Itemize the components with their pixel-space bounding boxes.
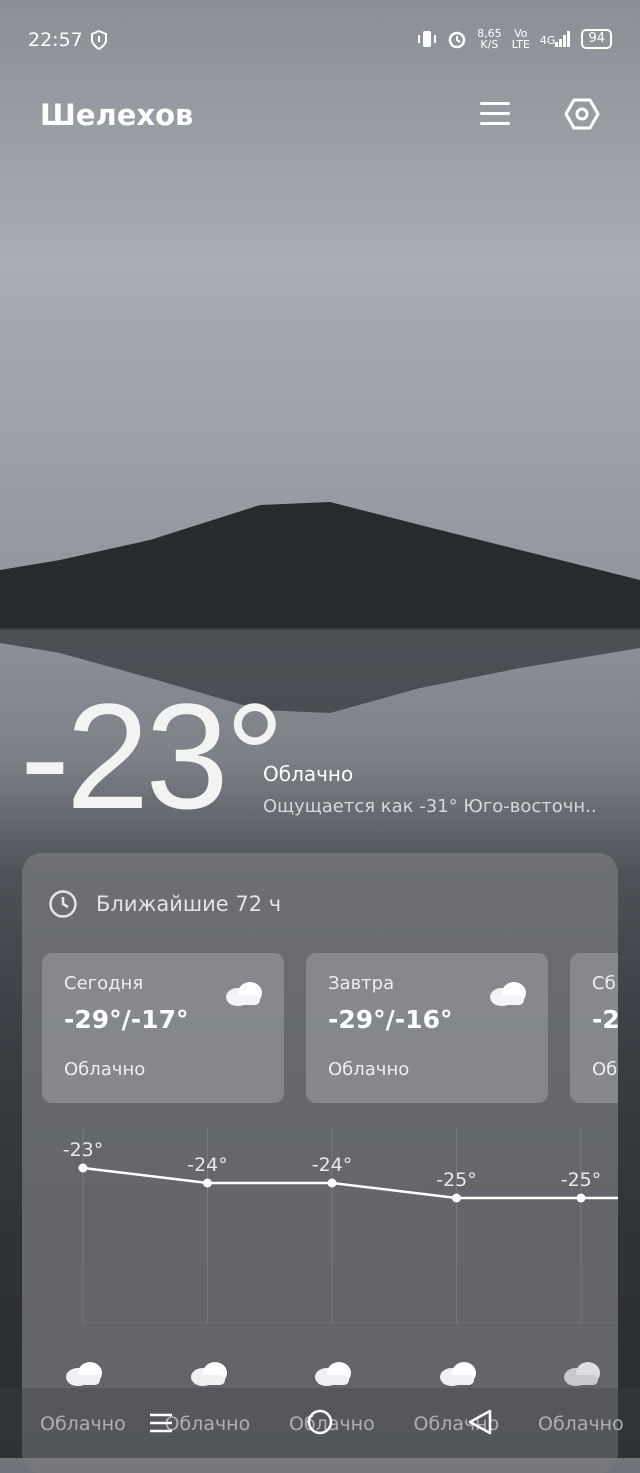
day-range: -2 — [592, 1005, 618, 1034]
temperature-point — [203, 1178, 212, 1188]
temperature-label: -25° — [436, 1169, 477, 1191]
temperature-point — [576, 1193, 586, 1203]
temperature-point — [452, 1193, 461, 1203]
forecast-header: Ближайшие 72 ч — [48, 889, 281, 919]
day-desc: Облачно — [328, 1059, 410, 1080]
cloud-icon — [490, 982, 526, 1006]
forecast-title: Ближайшие 72 ч — [96, 892, 282, 916]
shield-icon — [91, 30, 107, 50]
system-navbar — [0, 1388, 640, 1458]
daily-forecast-list: Сегодня -29°/-17° Облачно Завтра -29°/-1… — [42, 953, 618, 1103]
day-name: Сегодня — [64, 973, 144, 994]
day-card-today[interactable]: Сегодня -29°/-17° Облачно — [42, 953, 284, 1103]
day-card-saturday[interactable]: Сб -2 Об — [570, 953, 618, 1103]
hourly-temperature-chart: -23° -24° -24° -25° -25° — [63, 1128, 618, 1323]
day-name: Завтра — [328, 973, 395, 994]
cloud-icon — [190, 1362, 227, 1386]
temperature-point — [78, 1163, 88, 1173]
city-name[interactable]: Шелехов — [40, 98, 193, 132]
signal-icon: 4G — [540, 31, 572, 47]
day-card-tomorrow[interactable]: Завтра -29°/-16° Облачно — [306, 953, 548, 1103]
signal-type: 4G — [539, 34, 556, 47]
current-condition: Облачно — [263, 762, 354, 786]
cloud-icon — [315, 1362, 351, 1386]
battery-icon: 94 — [581, 29, 612, 49]
net-speed-unit: K/S — [480, 38, 499, 51]
net-speed: 8,65 K/S — [477, 28, 502, 50]
day-name: Сб — [592, 973, 616, 994]
day-range: -29°/-16° — [328, 1005, 453, 1034]
temperature-label: -24° — [312, 1154, 353, 1176]
feels-like: Ощущается как -31° Юго-восточн.. — [263, 796, 597, 817]
alarm-icon — [448, 31, 466, 49]
cloud-icon — [439, 1362, 476, 1386]
settings-icon[interactable] — [564, 96, 600, 132]
current-temperature: -23° — [20, 672, 285, 840]
status-bar: 22:57 8,65 K/S Vo LTE 4G 94 — [0, 0, 640, 80]
landscape-hill — [0, 502, 640, 630]
status-icons: 8,65 K/S Vo LTE 4G 94 — [417, 28, 612, 50]
temperature-label: -23° — [63, 1139, 104, 1161]
clock-icon — [49, 890, 77, 918]
day-desc: Об — [592, 1059, 618, 1080]
vibrate-icon — [418, 31, 437, 47]
status-time: 22:57 — [28, 29, 83, 51]
menu-icon[interactable] — [480, 102, 510, 126]
volte-lte: LTE — [511, 38, 530, 51]
temperature-label: -25° — [561, 1169, 602, 1191]
cloud-icon — [66, 1362, 102, 1386]
home-icon[interactable] — [306, 1408, 334, 1436]
temperature-label: -24° — [187, 1154, 228, 1176]
day-desc: Облачно — [64, 1059, 146, 1080]
app-header: Шелехов — [40, 96, 600, 136]
recent-apps-icon[interactable] — [148, 1410, 174, 1436]
cloud-icon — [226, 982, 262, 1006]
volte: Vo LTE — [512, 28, 530, 50]
temperature-point — [327, 1178, 337, 1188]
day-range: -29°/-17° — [64, 1005, 189, 1034]
cloud-icon — [564, 1362, 600, 1386]
back-icon[interactable] — [466, 1408, 494, 1436]
